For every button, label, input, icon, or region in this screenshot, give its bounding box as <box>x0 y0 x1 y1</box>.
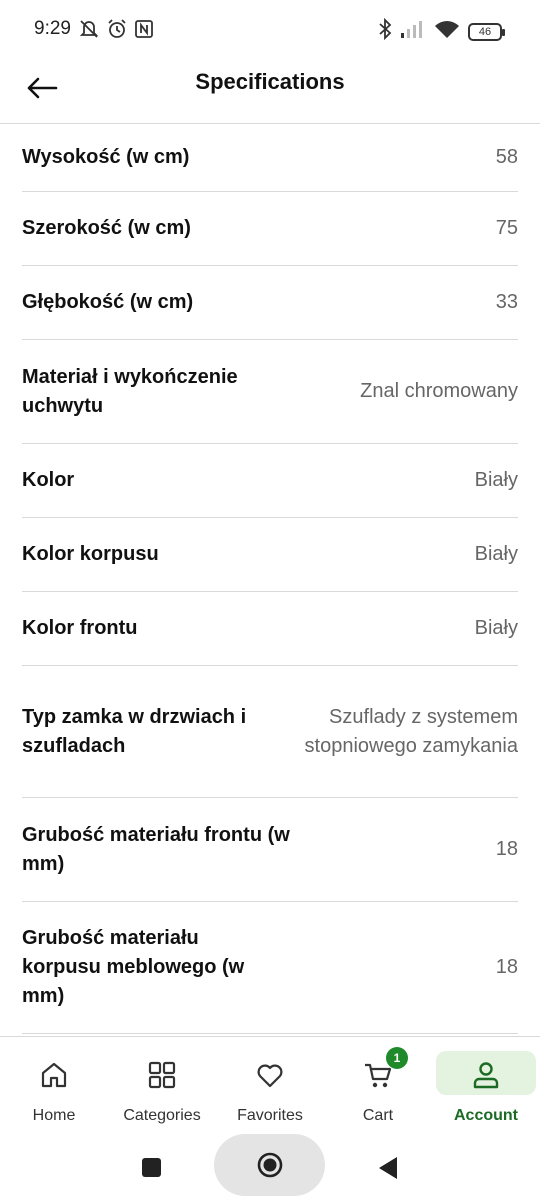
spec-row-color: Kolor Biały <box>22 444 518 518</box>
spec-row-height: Wysokość (w cm) 58 <box>22 124 518 192</box>
home-circle-icon <box>257 1152 282 1178</box>
spec-row-width: Szerokość (w cm) 75 <box>22 192 518 266</box>
nav-item-account[interactable]: Account <box>432 1037 540 1128</box>
spec-label: Głębokość (w cm) <box>22 291 194 313</box>
spec-value: 18 <box>495 838 518 860</box>
spec-row-handle-material: Materiał i wykończenie uchwytu Znal chro… <box>22 340 518 444</box>
person-icon <box>468 1057 504 1093</box>
status-time: 9:29 <box>34 18 71 39</box>
grid-icon <box>144 1057 180 1093</box>
app-header: Specifications <box>0 60 540 124</box>
spec-label: Grubość materiału korpusu meblowego (w m… <box>22 927 245 1007</box>
spec-row-depth: Głębokość (w cm) 33 <box>22 266 518 340</box>
status-icons-left <box>78 18 154 45</box>
system-nav <box>0 1128 540 1200</box>
cart-icon: 1 <box>360 1047 408 1093</box>
bluetooth-icon <box>378 17 392 45</box>
wifi-icon <box>434 19 460 44</box>
home-icon <box>36 1057 72 1093</box>
spec-label: Wysokość (w cm) <box>22 146 190 168</box>
nav-label: Account <box>454 1107 518 1124</box>
triangle-back-icon <box>379 1157 397 1179</box>
spec-row-lock-type: Typ zamka w drzwiach i szufladach Szufla… <box>22 666 518 798</box>
nav-item-cart[interactable]: 1 Cart <box>324 1037 432 1128</box>
spec-value: 18 <box>495 956 518 978</box>
spec-label: Grubość materiału frontu (w mm) <box>22 823 290 875</box>
spec-list[interactable]: Wysokość (w cm) 58 Szerokość (w cm) 75 G… <box>22 124 518 1036</box>
page-title: Specifications <box>195 69 345 94</box>
spec-label: Kolor korpusu <box>22 543 159 565</box>
signal-icon <box>400 19 426 44</box>
status-icons-right: 46 <box>378 17 505 45</box>
spec-value: Biały <box>474 617 518 639</box>
spec-value: Biały <box>474 543 518 565</box>
nav-item-home[interactable]: Home <box>0 1037 108 1128</box>
mute-icon <box>78 18 100 45</box>
status-bar: 9:29 46 <box>0 0 540 60</box>
spec-label: Kolor frontu <box>22 617 138 639</box>
recents-button[interactable] <box>142 1158 161 1177</box>
spec-value: 58 <box>495 146 518 168</box>
nav-item-categories[interactable]: Categories <box>108 1037 216 1128</box>
spec-value: Biały <box>474 469 518 491</box>
battery-icon: 46 <box>468 22 505 41</box>
spec-label: Typ zamka w drzwiach i szufladach <box>22 705 247 757</box>
spec-label: Szerokość (w cm) <box>22 217 191 239</box>
system-back-button[interactable] <box>378 1156 398 1185</box>
cart-badge: 1 <box>386 1047 408 1069</box>
nav-item-favorites[interactable]: Favorites <box>216 1037 324 1128</box>
spec-value: Znal chromowany <box>360 380 518 402</box>
spec-value: Szuflady z systemem stopniowego zamykani… <box>304 705 518 757</box>
nav-label: Cart <box>362 1107 394 1124</box>
alarm-icon <box>106 18 128 45</box>
nav-label: Home <box>32 1107 76 1124</box>
spec-label: Materiał i wykończenie uchwytu <box>22 365 238 417</box>
spec-row-front-color: Kolor frontu Biały <box>22 592 518 666</box>
spec-label: Kolor <box>22 469 75 491</box>
spec-row-body-color: Kolor korpusu Biały <box>22 518 518 592</box>
spec-row-body-thickness: Grubość materiału korpusu meblowego (w m… <box>22 902 518 1034</box>
home-button[interactable] <box>214 1134 325 1196</box>
spec-value: 75 <box>495 217 518 239</box>
spec-row-front-thickness: Grubość materiału frontu (w mm) 18 <box>22 798 518 902</box>
spec-value: 33 <box>495 291 518 313</box>
heart-icon <box>252 1057 288 1093</box>
nfc-icon <box>134 19 154 44</box>
nav-label: Categories <box>123 1107 201 1124</box>
nav-label: Favorites <box>237 1107 303 1124</box>
bottom-nav: Home Categories Favorites 1 Cart Account <box>0 1036 540 1128</box>
